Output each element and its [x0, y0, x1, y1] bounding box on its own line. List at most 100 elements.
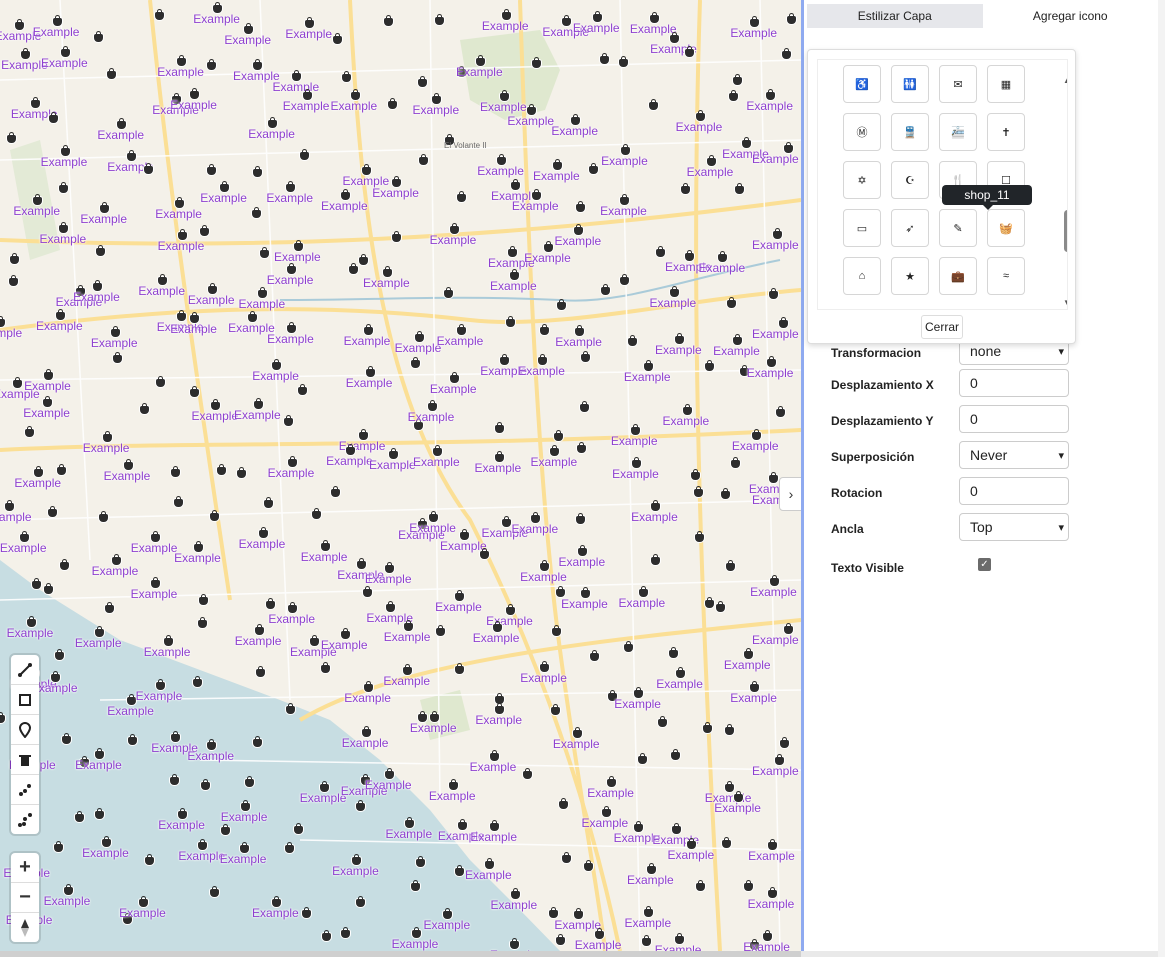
basket-icon[interactable] [102, 430, 112, 442]
basket-icon[interactable] [783, 623, 793, 635]
delete-button[interactable] [11, 745, 39, 775]
basket-icon[interactable] [427, 399, 437, 411]
basket-icon[interactable] [255, 665, 265, 677]
basket-icon[interactable] [751, 429, 761, 441]
basket-icon[interactable] [540, 323, 550, 335]
icon-option[interactable]: ✎ [939, 209, 977, 247]
basket-icon[interactable] [648, 99, 658, 111]
basket-icon[interactable] [750, 680, 760, 692]
basket-icon[interactable] [734, 183, 744, 195]
basket-icon[interactable] [552, 624, 561, 636]
basket-icon[interactable] [432, 445, 442, 457]
basket-icon[interactable] [301, 906, 311, 918]
basket-icon[interactable] [206, 163, 216, 175]
basket-icon[interactable] [175, 196, 185, 208]
basket-icon[interactable] [33, 193, 43, 205]
basket-icon[interactable] [98, 511, 108, 523]
basket-icon[interactable] [47, 505, 57, 517]
basket-icon[interactable] [601, 805, 611, 817]
basket-icon[interactable] [768, 838, 778, 850]
basket-icon[interactable] [287, 455, 297, 467]
icon-option[interactable]: 🚈 [939, 113, 977, 151]
basket-icon[interactable] [742, 137, 752, 149]
basket-icon[interactable] [358, 429, 368, 441]
basket-icon[interactable] [646, 862, 656, 874]
basket-icon[interactable] [475, 54, 485, 66]
basket-icon[interactable] [14, 19, 24, 31]
icon-option[interactable]: ✝ [987, 113, 1025, 151]
compass-button[interactable] [11, 913, 39, 942]
basket-icon[interactable] [350, 89, 360, 101]
basket-icon[interactable] [285, 841, 295, 853]
basket-icon[interactable] [392, 175, 402, 187]
overlap-select[interactable]: Never ▾ [959, 441, 1069, 469]
basket-icon[interactable] [575, 324, 585, 336]
basket-icon[interactable] [704, 597, 714, 609]
basket-icon[interactable] [24, 426, 34, 438]
basket-icon[interactable] [410, 879, 420, 891]
basket-icon[interactable] [362, 586, 372, 598]
basket-icon[interactable] [253, 58, 263, 70]
basket-icon[interactable] [492, 621, 502, 633]
basket-icon[interactable] [494, 451, 504, 463]
basket-icon[interactable] [19, 531, 29, 543]
basket-icon[interactable] [190, 87, 200, 99]
basket-icon[interactable] [75, 285, 85, 297]
basket-icon[interactable] [388, 97, 398, 109]
basket-icon[interactable] [501, 9, 511, 21]
basket-icon[interactable] [695, 879, 705, 891]
basket-icon[interactable] [320, 662, 330, 674]
basket-icon[interactable] [695, 110, 705, 121]
basket-icon[interactable] [258, 527, 268, 539]
basket-icon[interactable] [361, 725, 371, 737]
icon-option[interactable]: ★ [891, 257, 929, 295]
basket-icon[interactable] [694, 530, 704, 542]
anchor-select[interactable]: Top ▾ [959, 513, 1069, 541]
basket-icon[interactable] [411, 926, 421, 938]
basket-icon[interactable] [619, 55, 629, 67]
basket-icon[interactable] [144, 853, 154, 865]
basket-icon[interactable] [531, 189, 541, 201]
basket-icon[interactable] [767, 886, 777, 898]
basket-icon[interactable] [150, 576, 160, 588]
basket-icon[interactable] [171, 730, 181, 742]
basket-icon[interactable] [601, 283, 611, 295]
basket-icon[interactable] [254, 623, 264, 635]
basket-icon[interactable] [293, 822, 303, 834]
basket-icon[interactable] [731, 457, 741, 469]
basket-icon[interactable] [206, 58, 216, 70]
basket-icon[interactable] [111, 554, 121, 566]
basket-icon[interactable] [418, 153, 428, 165]
basket-icon[interactable] [749, 938, 759, 950]
basket-icon[interactable] [511, 178, 520, 190]
basket-icon[interactable] [155, 678, 165, 690]
tab-add-icon[interactable]: Agregar icono [982, 4, 1158, 28]
basket-icon[interactable] [190, 385, 200, 397]
icon-option[interactable]: ☪ [891, 161, 929, 199]
basket-icon[interactable] [490, 819, 500, 831]
basket-icon[interactable] [169, 774, 179, 786]
basket-icon[interactable] [580, 351, 590, 363]
scroll-down-icon[interactable]: ▼ [1063, 298, 1067, 307]
basket-icon[interactable] [176, 310, 186, 322]
basket-icon[interactable] [198, 594, 208, 606]
basket-icon[interactable] [456, 323, 466, 335]
basket-icon[interactable] [7, 132, 17, 144]
basket-icon[interactable] [52, 14, 62, 26]
basket-icon[interactable] [479, 547, 489, 559]
basket-icon[interactable] [248, 311, 258, 323]
collapse-panel-button[interactable]: › [779, 477, 801, 511]
basket-icon[interactable] [414, 331, 424, 343]
basket-icon[interactable] [102, 835, 112, 847]
basket-icon[interactable] [772, 227, 782, 239]
basket-icon[interactable] [550, 703, 560, 715]
icon-option[interactable]: ➶ [891, 209, 929, 247]
basket-icon[interactable] [623, 640, 633, 652]
basket-icon[interactable] [320, 539, 330, 551]
basket-icon[interactable] [123, 459, 133, 471]
basket-icon[interactable] [104, 602, 114, 614]
basket-icon[interactable] [384, 562, 394, 573]
basket-icon[interactable] [360, 773, 370, 785]
basket-icon[interactable] [216, 463, 226, 475]
basket-icon[interactable] [30, 96, 40, 108]
